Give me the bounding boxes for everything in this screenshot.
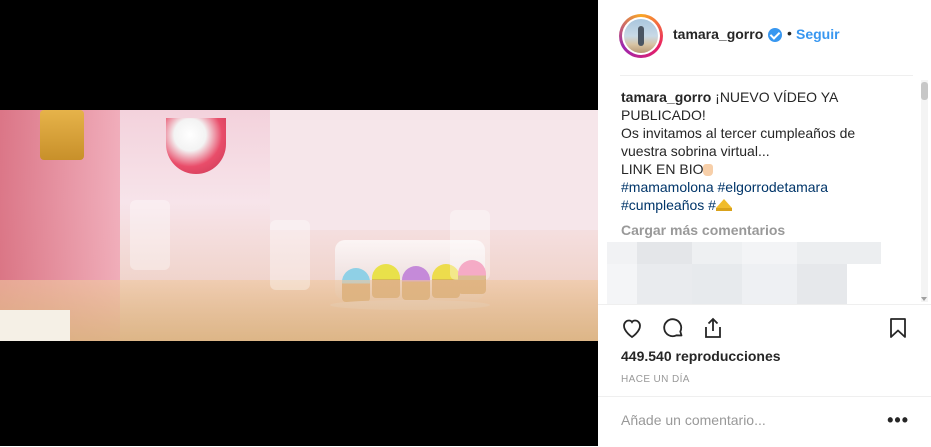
- heart-icon[interactable]: [620, 316, 644, 340]
- glass: [270, 220, 310, 290]
- hashtag-link[interactable]: #mamamolona: [621, 179, 714, 195]
- glass: [450, 210, 490, 280]
- share-icon[interactable]: [701, 316, 725, 340]
- comment-input[interactable]: Añade un comentario...: [621, 412, 766, 428]
- instagram-post: tamara_gorro • Seguir tamara_gorro ¡NUEV…: [0, 0, 931, 446]
- video-player[interactable]: [0, 0, 598, 446]
- hand-emoji-icon: [703, 164, 714, 176]
- caption-text: Os invitamos al tercer cumpleaños de: [621, 125, 856, 141]
- hashtag-link[interactable]: #elgorrodetamara: [718, 179, 829, 195]
- scrollbar-thumb[interactable]: [921, 82, 928, 100]
- action-bar: [598, 304, 931, 349]
- add-comment-bar: Añade un comentario... •••: [598, 396, 931, 447]
- post-caption: tamara_gorro ¡NUEVO VÍDEO YA PUBLICADO! …: [621, 88, 891, 214]
- glass: [130, 200, 170, 270]
- bookmark-icon[interactable]: [886, 316, 910, 340]
- separator-dot: •: [787, 25, 792, 41]
- caption-text: vuestra sobrina virtual...: [621, 143, 770, 159]
- decoration: [0, 310, 70, 341]
- caption-username-link[interactable]: tamara_gorro: [621, 89, 711, 105]
- scroll-down-arrow-icon[interactable]: [921, 295, 928, 302]
- post-timestamp[interactable]: HACE UN DÍA: [621, 374, 690, 385]
- backdrop-banner: [270, 110, 598, 230]
- view-count[interactable]: 449.540 reproducciones: [621, 348, 781, 364]
- load-more-comments-button[interactable]: Cargar más comentarios: [621, 222, 785, 238]
- hashtag-link[interactable]: #: [708, 197, 732, 213]
- post-header: tamara_gorro • Seguir: [598, 0, 931, 72]
- decoration: [40, 110, 84, 160]
- hashtag-link[interactable]: #cumpleaños: [621, 197, 704, 213]
- follow-button[interactable]: Seguir: [796, 26, 840, 42]
- blurred-comment-placeholder: [607, 242, 881, 304]
- video-frame[interactable]: [0, 110, 598, 341]
- caption-text: ¡NUEVO VÍDEO YA: [715, 89, 839, 105]
- more-options-button[interactable]: •••: [887, 410, 909, 431]
- comments-scrollbar[interactable]: [921, 80, 928, 302]
- comment-icon[interactable]: [661, 316, 685, 340]
- post-sidebar: tamara_gorro • Seguir tamara_gorro ¡NUEV…: [598, 0, 931, 446]
- caption-text: LINK EN BIO: [621, 161, 704, 177]
- avatar[interactable]: [619, 14, 663, 58]
- caption-text: PUBLICADO!: [621, 107, 706, 123]
- username-link[interactable]: tamara_gorro: [673, 26, 763, 42]
- verified-badge-icon: [768, 28, 782, 42]
- crown-emoji-icon: [715, 199, 732, 211]
- comments-section[interactable]: tamara_gorro ¡NUEVO VÍDEO YA PUBLICADO! …: [598, 76, 931, 304]
- candy-jar: [166, 118, 226, 174]
